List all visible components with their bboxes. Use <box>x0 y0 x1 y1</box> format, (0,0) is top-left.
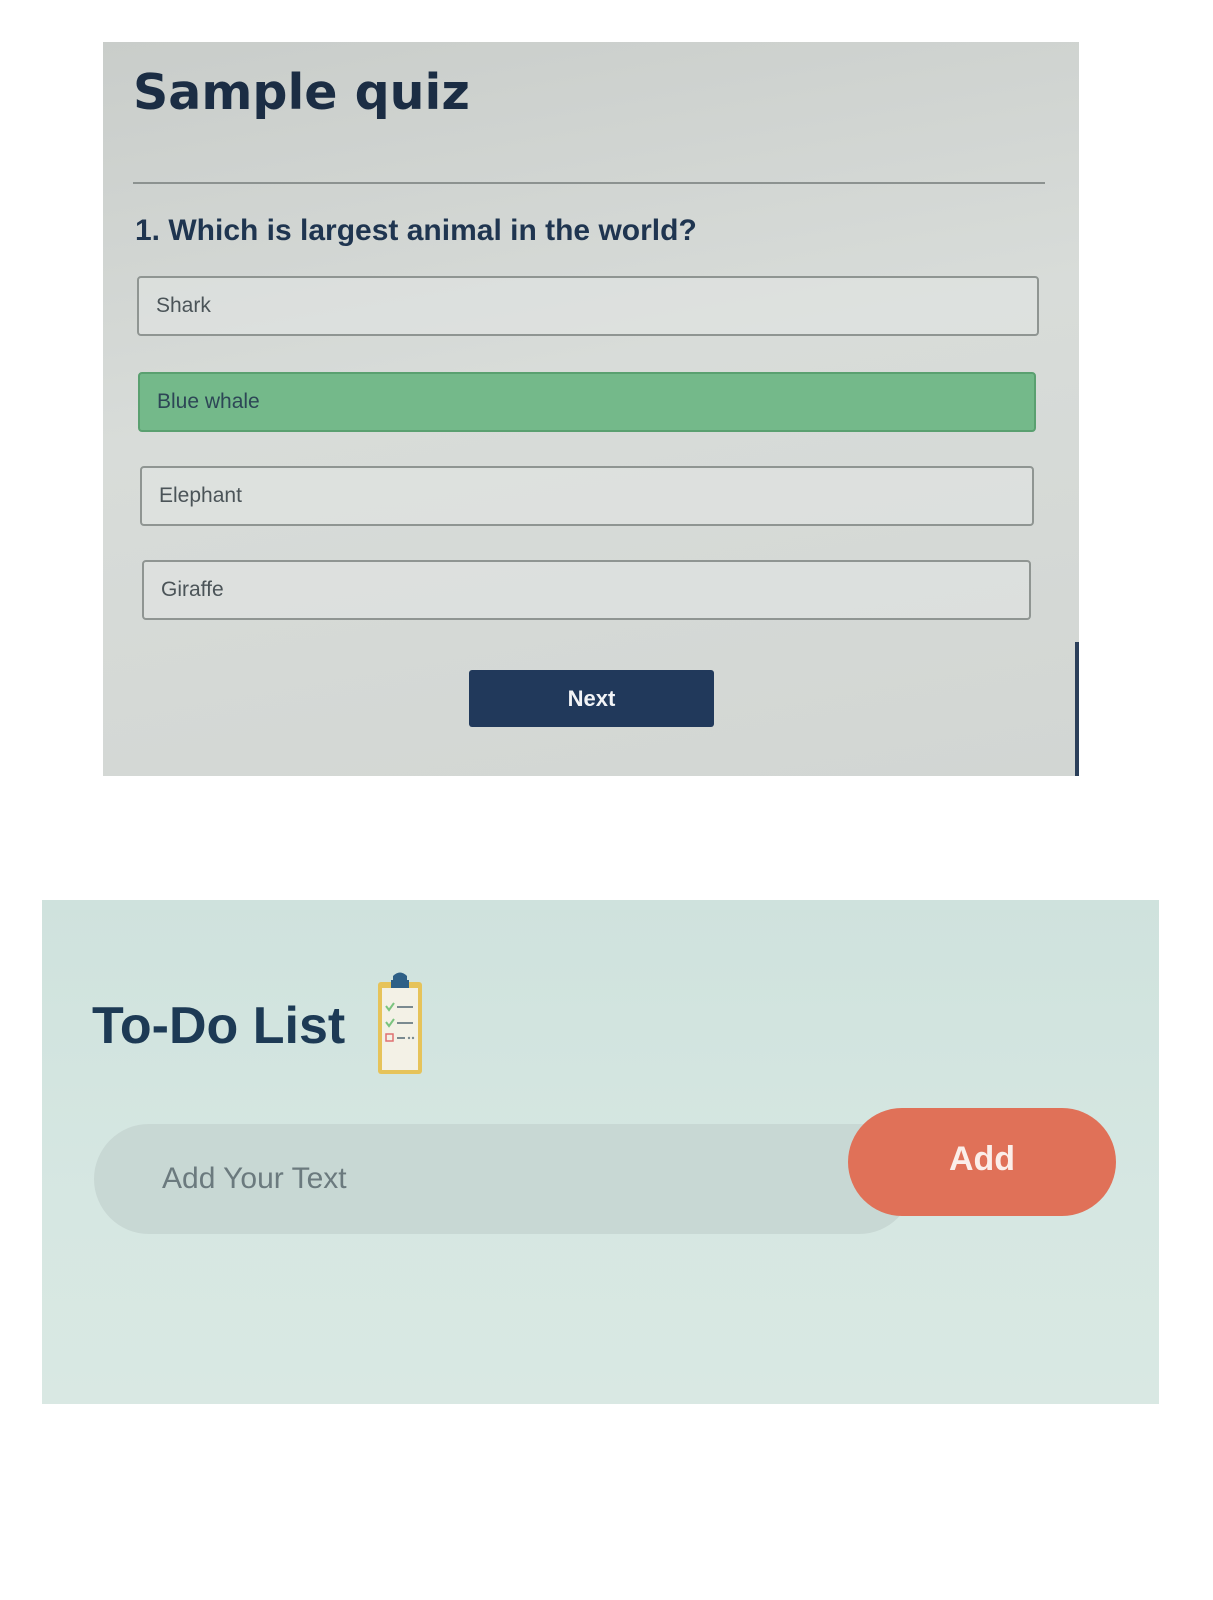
option-label: Shark <box>156 294 211 317</box>
todo-text-input[interactable] <box>154 1124 862 1234</box>
option-elephant[interactable]: Elephant <box>140 466 1034 526</box>
todo-title: To-Do List <box>92 997 346 1055</box>
quiz-title: Sample quiz <box>133 64 470 121</box>
option-label: Blue whale <box>157 390 260 413</box>
option-giraffe[interactable]: Giraffe <box>142 560 1031 620</box>
quiz-divider <box>133 182 1045 184</box>
option-blue-whale[interactable]: Blue whale <box>138 372 1036 432</box>
question-text: 1. Which is largest animal in the world? <box>135 214 697 247</box>
add-button[interactable]: Add <box>848 1108 1116 1216</box>
clipboard-checklist-icon <box>376 970 426 1078</box>
next-button[interactable]: Next <box>469 670 714 727</box>
quiz-panel: Sample quiz 1. Which is largest animal i… <box>103 42 1079 776</box>
todo-input-container <box>94 1124 914 1234</box>
option-label: Giraffe <box>161 578 224 601</box>
option-shark[interactable]: Shark <box>137 276 1039 336</box>
todo-panel: To-Do List Add <box>42 900 1159 1404</box>
option-label: Elephant <box>159 484 242 507</box>
